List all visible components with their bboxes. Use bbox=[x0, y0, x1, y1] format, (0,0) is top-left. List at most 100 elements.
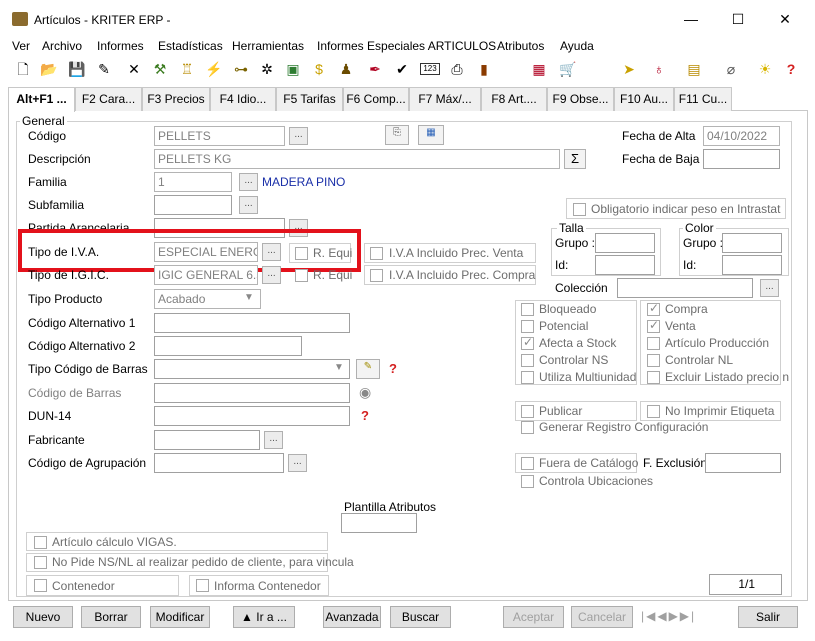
coleccion-input[interactable] bbox=[617, 278, 753, 298]
publicar-checkbox[interactable] bbox=[521, 405, 534, 418]
box-icon[interactable]: ▣ bbox=[284, 60, 302, 78]
salir-button[interactable]: Salir bbox=[738, 606, 798, 628]
codigo-lookup-button[interactable]: ... bbox=[289, 127, 308, 145]
f-exclusion-input[interactable] bbox=[705, 453, 781, 473]
multiunidad-checkbox[interactable] bbox=[521, 371, 534, 384]
tab-f6[interactable]: F6 Comp... bbox=[343, 87, 409, 111]
help-icon[interactable]: ? bbox=[389, 361, 397, 376]
help-icon[interactable]: ? bbox=[782, 60, 800, 78]
avanzada-button[interactable]: Avanzada bbox=[323, 606, 381, 628]
maximize-button[interactable]: ☐ bbox=[723, 8, 753, 30]
minimize-button[interactable]: — bbox=[676, 8, 706, 30]
color-id-input[interactable] bbox=[722, 255, 782, 275]
vigas-checkbox[interactable] bbox=[34, 536, 47, 549]
tab-f8[interactable]: F8 Art.... bbox=[481, 87, 547, 111]
produccion-checkbox[interactable] bbox=[647, 337, 660, 350]
tab-f3[interactable]: F3 Precios bbox=[142, 87, 210, 111]
menu-ayuda[interactable]: Ayuda bbox=[560, 39, 594, 53]
bloqueado-checkbox[interactable] bbox=[521, 303, 534, 316]
familia-lookup-button[interactable]: ... bbox=[239, 173, 258, 191]
buscar-button[interactable]: Buscar bbox=[390, 606, 451, 628]
menu-atributos[interactable]: Atributos bbox=[497, 39, 544, 53]
potencial-checkbox[interactable] bbox=[521, 320, 534, 333]
color-grupo-input[interactable] bbox=[722, 233, 782, 253]
afecta-stock-checkbox[interactable] bbox=[521, 335, 534, 350]
tab-f10[interactable]: F10 Au... bbox=[614, 87, 674, 111]
no-imprimir-checkbox[interactable] bbox=[647, 405, 660, 418]
save-icon[interactable]: 💾 bbox=[68, 60, 86, 78]
barras-input[interactable] bbox=[154, 383, 350, 403]
igic-lookup-button[interactable]: ... bbox=[262, 266, 281, 284]
calendar-icon[interactable]: ▦ bbox=[530, 60, 548, 78]
talla-grupo-input[interactable] bbox=[595, 233, 655, 253]
dun-input[interactable] bbox=[154, 406, 350, 426]
tab-f5[interactable]: F5 Tarifas bbox=[276, 87, 343, 111]
fabricante-input[interactable] bbox=[154, 430, 260, 450]
compra-checkbox[interactable] bbox=[647, 301, 660, 316]
chevron-down-icon[interactable]: ▼ bbox=[244, 292, 254, 303]
tab-f4[interactable]: F4 Idio... bbox=[210, 87, 276, 111]
tab-f7[interactable]: F7 Máx/... bbox=[409, 87, 481, 111]
stamp-icon[interactable]: ♟ bbox=[337, 60, 355, 78]
controlar-ns-checkbox[interactable] bbox=[521, 354, 534, 367]
plantilla-input[interactable] bbox=[341, 513, 417, 533]
contenedor-checkbox[interactable] bbox=[34, 579, 47, 592]
delete-icon[interactable]: ✕ bbox=[125, 60, 143, 78]
menu-ver[interactable]: Ver bbox=[12, 39, 30, 53]
subfamilia-input[interactable] bbox=[154, 195, 232, 215]
excluir-listado-checkbox[interactable] bbox=[647, 371, 660, 384]
tab-f2[interactable]: F2 Cara... bbox=[75, 87, 142, 111]
controlar-nl-checkbox[interactable] bbox=[647, 354, 660, 367]
counter-icon[interactable]: 123 bbox=[420, 63, 440, 75]
new-document-icon[interactable]: 🗋 bbox=[14, 60, 32, 78]
chevron-down-icon[interactable]: ▼ bbox=[334, 362, 344, 373]
eye-icon[interactable]: ◉ bbox=[359, 384, 371, 401]
tools-icon[interactable]: ⚒ bbox=[151, 60, 169, 78]
check-doc-icon[interactable]: ✔ bbox=[393, 60, 411, 78]
grid-icon[interactable]: ▦ bbox=[418, 125, 444, 145]
cart-icon[interactable]: 🛒 bbox=[559, 60, 577, 78]
lightbulb-icon[interactable]: ☀ bbox=[756, 60, 774, 78]
generar-registro-checkbox[interactable] bbox=[521, 421, 534, 434]
borrar-button[interactable]: Borrar bbox=[81, 606, 141, 628]
menu-archivo[interactable]: Archivo bbox=[42, 39, 82, 53]
fecha-baja-input[interactable] bbox=[703, 149, 780, 169]
coleccion-lookup-button[interactable]: ... bbox=[760, 279, 779, 297]
agrupacion-input[interactable] bbox=[154, 453, 284, 473]
card-icon[interactable]: ▤ bbox=[685, 60, 703, 78]
eraser-icon[interactable]: ✎ bbox=[356, 359, 380, 379]
alt2-input[interactable] bbox=[154, 336, 302, 356]
descripcion-input[interactable]: PELLETS KG bbox=[154, 149, 560, 169]
menu-informes[interactable]: Informes bbox=[97, 39, 144, 53]
controla-ubic-checkbox[interactable] bbox=[521, 475, 534, 488]
modificar-button[interactable]: Modificar bbox=[150, 606, 210, 628]
edit-icon[interactable]: ✎ bbox=[95, 60, 113, 78]
codigo-input[interactable]: PELLETS bbox=[154, 126, 285, 146]
tab-f9[interactable]: F9 Obse... bbox=[547, 87, 614, 111]
alt1-input[interactable] bbox=[154, 313, 350, 333]
cancelar-button[interactable]: Cancelar bbox=[571, 606, 633, 628]
fabricante-lookup-button[interactable]: ... bbox=[264, 431, 283, 449]
tipo-barras-select[interactable] bbox=[154, 359, 350, 379]
wand-icon[interactable]: ⚡ bbox=[205, 60, 223, 78]
venta-checkbox[interactable] bbox=[647, 318, 660, 333]
tab-alt-f1[interactable]: Alt+F1 ... bbox=[8, 87, 75, 112]
truck-icon[interactable]: ➤ bbox=[620, 60, 638, 78]
fuera-catalogo-checkbox[interactable] bbox=[521, 457, 534, 470]
chart-icon[interactable]: ▮ bbox=[475, 60, 493, 78]
ir-a-button[interactable]: ▲ Ir a ... bbox=[233, 606, 295, 628]
talla-id-input[interactable] bbox=[595, 255, 655, 275]
pen-icon[interactable]: ✒ bbox=[366, 60, 384, 78]
menu-herramientas[interactable]: Herramientas bbox=[232, 39, 304, 53]
iva-venta-checkbox[interactable] bbox=[370, 247, 383, 260]
info-contenedor-checkbox[interactable] bbox=[196, 579, 209, 592]
menu-informes-especiales[interactable]: Informes Especiales ARTICULOS bbox=[317, 39, 496, 53]
nuevo-button[interactable]: Nuevo bbox=[13, 606, 73, 628]
copy-icon[interactable]: ⎘ bbox=[385, 125, 409, 145]
sigma-icon[interactable]: Σ bbox=[564, 149, 586, 169]
fecha-alta-input[interactable]: 04/10/2022 bbox=[703, 126, 780, 146]
attachment-icon[interactable]: ⌀ bbox=[722, 60, 740, 78]
tree-icon[interactable]: ⊶ bbox=[232, 60, 250, 78]
menu-estadisticas[interactable]: Estadísticas bbox=[158, 39, 223, 53]
intrastat-checkbox[interactable] bbox=[573, 203, 586, 216]
